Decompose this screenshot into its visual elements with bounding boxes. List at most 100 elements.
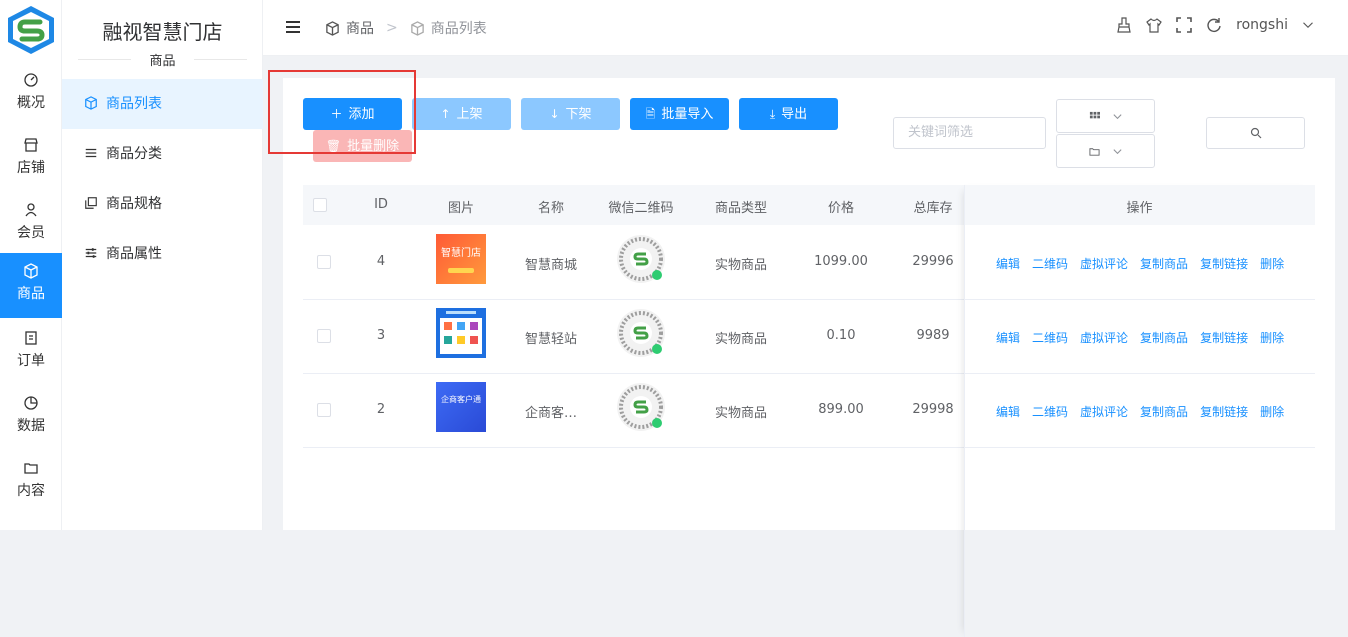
- virtual-review-link[interactable]: 虚拟评论: [1080, 403, 1128, 420]
- submenu-item-goods-list[interactable]: 商品列表: [62, 79, 263, 129]
- submenu-item-spec[interactable]: 商品规格: [62, 179, 263, 229]
- edit-link[interactable]: 编辑: [996, 403, 1020, 420]
- copy-icon: [85, 197, 97, 209]
- row-checkbox[interactable]: [317, 329, 331, 343]
- folder-select[interactable]: [1056, 134, 1155, 168]
- shirt-icon[interactable]: [1146, 17, 1162, 33]
- virtual-review-link[interactable]: 虚拟评论: [1080, 255, 1128, 272]
- submenu-label: 商品列表: [106, 96, 162, 112]
- store-icon: [24, 138, 38, 152]
- table-header: ID 图片 名称 微信二维码 商品类型 价格 总库存 操作: [303, 185, 1315, 225]
- qrcode-link[interactable]: 二维码: [1032, 403, 1068, 420]
- chevron-down-icon: [1112, 113, 1122, 119]
- select-all-checkbox[interactable]: [313, 198, 327, 212]
- row-checkbox[interactable]: [317, 255, 331, 269]
- product-thumbnail[interactable]: [436, 308, 486, 358]
- username[interactable]: rongshi: [1236, 17, 1288, 33]
- delete-link[interactable]: 删除: [1260, 403, 1284, 420]
- unshelve-button[interactable]: ↓ 下架: [521, 98, 620, 130]
- hamburger-icon[interactable]: [285, 20, 301, 34]
- wechat-qrcode-image[interactable]: [616, 308, 666, 358]
- batch-import-label: 批量导入: [661, 107, 714, 122]
- rail-item-store[interactable]: 店铺: [0, 127, 62, 189]
- rail-item-data[interactable]: 数据: [0, 385, 62, 447]
- user-icon: [25, 203, 37, 217]
- copy-url-link[interactable]: 复制链接: [1200, 255, 1248, 272]
- chevron-down-icon[interactable]: [1302, 19, 1314, 31]
- refresh-icon[interactable]: [1206, 17, 1222, 33]
- qrcode-link[interactable]: 二维码: [1032, 329, 1068, 346]
- edit-link[interactable]: 编辑: [996, 255, 1020, 272]
- rail-item-content[interactable]: 内容: [0, 450, 62, 512]
- delete-link[interactable]: 删除: [1260, 329, 1284, 346]
- clipboard-icon: [25, 331, 37, 345]
- section-title: 商品: [62, 50, 263, 69]
- product-thumbnail[interactable]: 智慧门店: [436, 234, 486, 284]
- wechat-qrcode-image[interactable]: [616, 382, 666, 432]
- download-icon: ⤓: [769, 107, 776, 121]
- table-row: 3 智慧轻站 实物商品 0.10 9989 编辑 二维码 虚拟评论 复制商品 复…: [303, 300, 1315, 374]
- arrow-up-icon: ↑: [440, 107, 451, 121]
- breadcrumb-current: 商品列表: [430, 21, 487, 37]
- rail-label: 概况: [17, 95, 45, 111]
- rail-label: 内容: [17, 483, 45, 499]
- table-row: 4 智慧门店 智慧商城 实物商品 1099.00 29996 编辑 二维码 虚拟…: [303, 226, 1315, 300]
- row-price: 899.00: [818, 402, 864, 417]
- copy-goods-link[interactable]: 复制商品: [1140, 403, 1188, 420]
- submenu-label: 商品规格: [106, 196, 162, 212]
- rail-item-overview[interactable]: 概况: [0, 62, 62, 124]
- rail-item-orders[interactable]: 订单: [0, 320, 62, 382]
- sliders-icon: [85, 248, 97, 258]
- row-actions: 编辑 二维码 虚拟评论 复制商品 复制链接 删除: [996, 329, 1284, 346]
- header-actions: rongshi: [1116, 17, 1314, 33]
- top-header: 商品 > 商品列表 rongshi: [263, 0, 1348, 56]
- row-id: 2: [376, 402, 386, 417]
- brand-title: 融视智慧门店: [102, 20, 223, 44]
- virtual-review-link[interactable]: 虚拟评论: [1080, 329, 1128, 346]
- product-thumbnail[interactable]: 企商客户通: [436, 382, 486, 432]
- row-price: 0.10: [826, 328, 856, 343]
- row-name[interactable]: 智慧轻站: [516, 328, 586, 347]
- submenu-label: 商品属性: [106, 246, 162, 262]
- col-stock: 总库存: [913, 201, 953, 216]
- clean-brush-icon[interactable]: [1116, 17, 1132, 33]
- submenu-label: 商品分类: [106, 146, 162, 162]
- pie-icon: [24, 396, 38, 410]
- category-select[interactable]: [1056, 99, 1155, 133]
- copy-url-link[interactable]: 复制链接: [1200, 403, 1248, 420]
- rail-item-member[interactable]: 会员: [0, 192, 62, 254]
- arrow-down-icon: ↓: [549, 107, 560, 121]
- rail-label: 订单: [17, 353, 45, 369]
- submenu-item-attribute[interactable]: 商品属性: [62, 229, 263, 279]
- copy-goods-link[interactable]: 复制商品: [1140, 329, 1188, 346]
- box-icon: [24, 263, 38, 279]
- breadcrumb-root[interactable]: 商品: [346, 18, 374, 38]
- delete-link[interactable]: 删除: [1260, 255, 1284, 272]
- breadcrumb-separator: >: [386, 20, 398, 36]
- main-panel: ＋添加 ↑ 上架 ↓ 下架 🗎 批量导入 ⤓ 导出 🗑 批量删除 关键词筛选 ID 图片 …: [283, 78, 1335, 637]
- qrcode-link[interactable]: 二维码: [1032, 255, 1068, 272]
- row-checkbox[interactable]: [317, 403, 331, 417]
- batch-import-button[interactable]: 🗎 批量导入: [630, 98, 729, 130]
- export-button[interactable]: ⤓ 导出: [739, 98, 838, 130]
- highlight-box: [268, 70, 416, 154]
- shelve-button[interactable]: ↑ 上架: [412, 98, 511, 130]
- search-button[interactable]: [1206, 117, 1305, 149]
- col-type: 商品类型: [714, 201, 767, 216]
- chevron-down-icon: [1112, 148, 1122, 154]
- submenu-item-category[interactable]: 商品分类: [62, 129, 263, 179]
- folder-icon: [1088, 147, 1100, 156]
- box-icon: [85, 96, 97, 110]
- row-name[interactable]: 智慧商城: [516, 254, 586, 273]
- row-type: 实物商品: [714, 332, 767, 347]
- fullscreen-icon[interactable]: [1176, 17, 1192, 33]
- table-row: 2 企商客户通 企商客… 实物商品 899.00 29998 编辑 二维码 虚拟…: [303, 374, 1315, 448]
- rail-item-goods[interactable]: 商品: [0, 253, 62, 318]
- copy-goods-link[interactable]: 复制商品: [1140, 255, 1188, 272]
- col-name: 名称: [537, 201, 564, 216]
- wechat-qrcode-image[interactable]: [616, 234, 666, 284]
- copy-url-link[interactable]: 复制链接: [1200, 329, 1248, 346]
- edit-link[interactable]: 编辑: [996, 329, 1020, 346]
- row-name[interactable]: 企商客…: [516, 402, 586, 421]
- keyword-filter-input[interactable]: 关键词筛选: [893, 117, 1046, 149]
